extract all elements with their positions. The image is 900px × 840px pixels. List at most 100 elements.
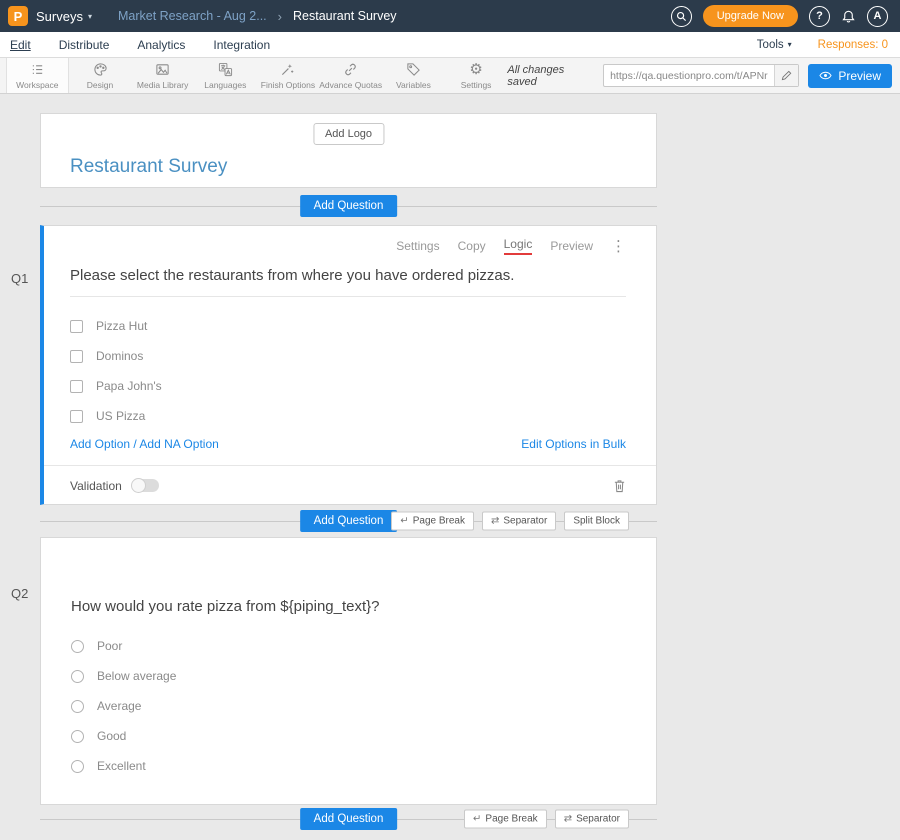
checkbox-option-row: US Pizza bbox=[70, 401, 626, 431]
toolbar-item-label: Design bbox=[87, 80, 113, 90]
toolbar-item-languages[interactable]: Languages bbox=[194, 58, 257, 93]
checkbox[interactable] bbox=[70, 410, 83, 423]
add-option-link[interactable]: Add Option bbox=[70, 437, 130, 451]
questionpro-logo[interactable]: P bbox=[8, 6, 28, 26]
page-break-button[interactable]: ↵ Page Break bbox=[391, 512, 474, 531]
split-block-button[interactable]: Split Block bbox=[564, 512, 629, 531]
radio-button[interactable] bbox=[71, 730, 84, 743]
toolbar-item-media-library[interactable]: Media Library bbox=[131, 58, 194, 93]
separator-button[interactable]: ⇄ Separator bbox=[555, 810, 629, 829]
tab-edit[interactable]: Edit bbox=[10, 38, 31, 52]
question-text-q1[interactable]: Please select the restaurants from where… bbox=[70, 267, 626, 297]
option-links-row: Add Option / Add NA Option Edit Options … bbox=[70, 435, 626, 453]
product-switcher-label: Surveys bbox=[36, 9, 83, 24]
edit-options-in-bulk-link[interactable]: Edit Options in Bulk bbox=[521, 437, 626, 451]
add-logo-button[interactable]: Add Logo bbox=[313, 123, 384, 145]
survey-column: Add Logo Restaurant Survey Add Question … bbox=[40, 113, 657, 840]
question-block-q2[interactable]: How would you rate pizza from ${piping_t… bbox=[40, 537, 657, 805]
checkbox[interactable] bbox=[70, 380, 83, 393]
toggle-knob bbox=[131, 478, 146, 493]
radio-button[interactable] bbox=[71, 760, 84, 773]
user-avatar[interactable]: A bbox=[867, 6, 888, 27]
design-palette-icon bbox=[93, 62, 108, 77]
toolbar-item-finish-options[interactable]: Finish Options bbox=[257, 58, 320, 93]
survey-title[interactable]: Restaurant Survey bbox=[70, 156, 227, 178]
add-na-option-link[interactable]: Add NA Option bbox=[139, 437, 218, 451]
delete-question-trash-icon[interactable] bbox=[613, 479, 626, 493]
separator-icon: ⇄ bbox=[491, 516, 499, 526]
validation-toggle[interactable] bbox=[132, 479, 159, 492]
tab-distribute[interactable]: Distribute bbox=[59, 38, 110, 52]
option-label[interactable]: Papa John's bbox=[96, 379, 162, 393]
question-number-q2: Q2 bbox=[11, 586, 28, 601]
radio-button[interactable] bbox=[71, 700, 84, 713]
survey-url-input[interactable] bbox=[604, 70, 774, 82]
preview-button[interactable]: Preview bbox=[808, 64, 892, 88]
insert-row-2: Add Question ↵ Page Break ⇄ Separator Sp… bbox=[40, 505, 657, 537]
answer-options-q2: Poor Below average Average Good Excellen… bbox=[71, 631, 626, 781]
question-block-q1[interactable]: Settings Copy Logic Preview ⋮ Please sel… bbox=[40, 225, 657, 505]
eye-icon bbox=[819, 71, 832, 80]
toolbar-item-design[interactable]: Design bbox=[69, 58, 132, 93]
chevron-down-icon: ▾ bbox=[88, 12, 92, 21]
tools-menu-label: Tools bbox=[757, 39, 784, 51]
question-copy-link[interactable]: Copy bbox=[458, 239, 486, 253]
option-label[interactable]: Poor bbox=[97, 639, 122, 653]
save-status-text: All changes saved bbox=[507, 64, 594, 88]
toolbar-item-label: Media Library bbox=[137, 80, 189, 90]
radio-button[interactable] bbox=[71, 640, 84, 653]
separator-button[interactable]: ⇄ Separator bbox=[482, 512, 556, 531]
checkbox[interactable] bbox=[70, 350, 83, 363]
split-block-label: Split Block bbox=[573, 516, 620, 527]
tools-menu[interactable]: Tools ▾ bbox=[757, 39, 792, 51]
question-preview-link[interactable]: Preview bbox=[550, 239, 593, 253]
insert-row-1: Add Question bbox=[40, 188, 657, 225]
tab-analytics[interactable]: Analytics bbox=[137, 38, 185, 52]
option-label[interactable]: Excellent bbox=[97, 759, 146, 773]
upgrade-now-button[interactable]: Upgrade Now bbox=[703, 5, 798, 27]
checkbox[interactable] bbox=[70, 320, 83, 333]
toolbar-item-label: Languages bbox=[204, 80, 246, 90]
page-break-button[interactable]: ↵ Page Break bbox=[464, 810, 547, 829]
breadcrumb-folder[interactable]: Market Research - Aug 2... bbox=[118, 9, 267, 23]
toolbar-item-advance-quotas[interactable]: Advance Quotas bbox=[319, 58, 382, 93]
answer-options-q1: Pizza Hut Dominos Papa John's US Pizza bbox=[70, 311, 626, 431]
topbar-actions: Upgrade Now ? A bbox=[671, 5, 888, 27]
option-label[interactable]: Dominos bbox=[96, 349, 143, 363]
survey-toolbar: Workspace Design Media Library Languages… bbox=[0, 58, 900, 94]
main-menu-bar: Edit Distribute Analytics Integration To… bbox=[0, 32, 900, 58]
question-text-q2[interactable]: How would you rate pizza from ${piping_t… bbox=[71, 598, 626, 615]
toolbar-item-variables[interactable]: Variables bbox=[382, 58, 445, 93]
option-label[interactable]: Pizza Hut bbox=[96, 319, 147, 333]
radio-button[interactable] bbox=[71, 670, 84, 683]
kebab-menu-icon[interactable]: ⋮ bbox=[611, 237, 626, 255]
add-question-button[interactable]: Add Question bbox=[300, 195, 398, 217]
insert-row-3: Add Question ↵ Page Break ⇄ Separator bbox=[40, 805, 657, 840]
edit-url-pencil-icon[interactable] bbox=[774, 65, 798, 86]
notifications-bell-icon[interactable] bbox=[841, 9, 856, 24]
help-icon[interactable]: ? bbox=[809, 6, 830, 27]
option-label[interactable]: US Pizza bbox=[96, 409, 145, 423]
product-switcher[interactable]: Surveys ▾ bbox=[36, 9, 92, 24]
option-label[interactable]: Average bbox=[97, 699, 141, 713]
option-label[interactable]: Good bbox=[97, 729, 126, 743]
checkbox-option-row: Dominos bbox=[70, 341, 626, 371]
responses-count[interactable]: Responses: 0 bbox=[818, 39, 888, 51]
toolbar-item-label: Variables bbox=[396, 80, 431, 90]
tab-integration[interactable]: Integration bbox=[213, 38, 270, 52]
add-question-button[interactable]: Add Question bbox=[300, 510, 398, 532]
toolbar-right: All changes saved Preview bbox=[507, 58, 892, 93]
languages-icon bbox=[218, 62, 233, 77]
toolbar-item-settings[interactable]: ⚙ Settings bbox=[445, 58, 508, 93]
finish-options-wand-icon bbox=[280, 62, 295, 77]
radio-option-row: Poor bbox=[71, 631, 626, 661]
add-question-button[interactable]: Add Question bbox=[300, 808, 398, 830]
page-break-label: Page Break bbox=[413, 516, 465, 527]
variables-tag-icon bbox=[406, 62, 421, 77]
chevron-down-icon: ▾ bbox=[788, 40, 792, 49]
toolbar-item-workspace[interactable]: Workspace bbox=[6, 58, 69, 93]
question-logic-link[interactable]: Logic bbox=[504, 237, 533, 255]
search-icon[interactable] bbox=[671, 6, 692, 27]
question-settings-link[interactable]: Settings bbox=[396, 239, 439, 253]
option-label[interactable]: Below average bbox=[97, 669, 176, 683]
